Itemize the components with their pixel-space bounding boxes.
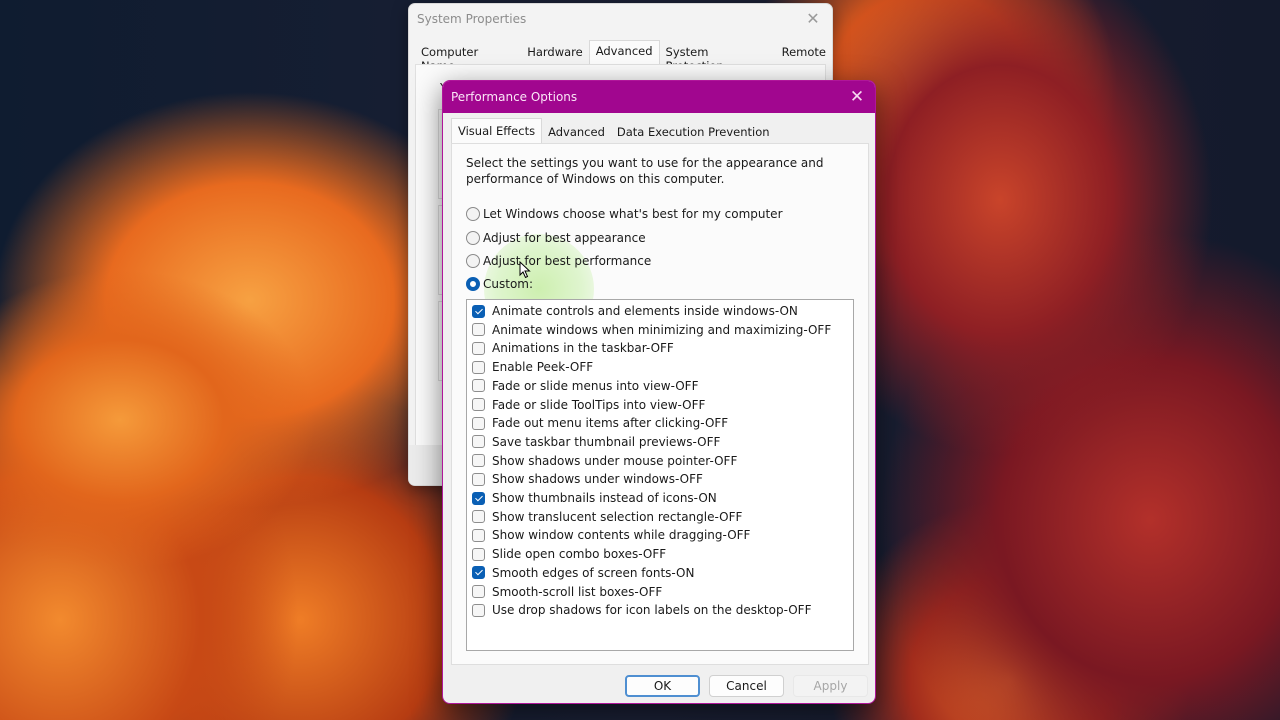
checkbox-unchecked[interactable] — [472, 341, 485, 355]
radio-best-performance[interactable]: Adjust for best performance — [466, 252, 651, 270]
effect-list-item[interactable]: Show window contents while dragging-OFF — [472, 526, 750, 544]
effect-label: Animations in the taskbar-OFF — [492, 341, 674, 356]
effect-label: Fade or slide ToolTips into view-OFF — [492, 397, 706, 412]
checkbox-unchecked[interactable] — [472, 528, 485, 542]
visual-effects-list[interactable]: Animate controls and elements inside win… — [466, 299, 854, 651]
radio-label: Custom: — [483, 277, 534, 291]
effect-list-item[interactable]: Smooth edges of screen fonts-ON — [472, 564, 694, 582]
effect-list-item[interactable]: Animate controls and elements inside win… — [472, 302, 798, 320]
checkbox-unchecked[interactable] — [472, 454, 485, 468]
effect-list-item[interactable]: Show translucent selection rectangle-OFF — [472, 508, 742, 526]
checkbox-unchecked[interactable] — [472, 435, 485, 449]
radio-custom[interactable]: Custom: — [466, 275, 533, 293]
radio-button[interactable] — [466, 231, 480, 245]
intro-text: Select the settings you want to use for … — [466, 156, 824, 186]
effect-list-item[interactable]: Show shadows under windows-OFF — [472, 470, 703, 488]
radio-button-selected[interactable] — [466, 277, 480, 291]
checkbox-unchecked[interactable] — [472, 398, 485, 411]
cancel-button[interactable]: Cancel — [709, 675, 784, 697]
dialog-titlebar[interactable]: Performance Options ✕ — [443, 81, 875, 113]
checkbox-unchecked[interactable] — [472, 603, 485, 617]
effect-label: Smooth-scroll list boxes-OFF — [492, 584, 663, 599]
effect-label: Slide open combo boxes-OFF — [492, 547, 667, 562]
checkbox-unchecked[interactable] — [472, 510, 485, 524]
effect-label: Show thumbnails instead of icons-ON — [492, 491, 717, 505]
checkbox-unchecked[interactable] — [472, 360, 485, 374]
checkbox-unchecked[interactable] — [472, 472, 485, 486]
tab-visual-effects[interactable]: Visual Effects — [451, 118, 543, 144]
effect-list-item[interactable]: Fade or slide ToolTips into view-OFF — [472, 396, 705, 414]
checkbox-unchecked[interactable] — [472, 323, 485, 337]
effect-list-item[interactable]: Fade or slide menus into view-OFF — [472, 377, 699, 395]
tab-data-execution-prevention[interactable]: Data Execution Prevention — [611, 121, 776, 144]
system-properties-title: System Properties — [417, 12, 527, 26]
effect-label: Animate windows when minimizing and maxi… — [492, 322, 832, 337]
checkbox-unchecked[interactable] — [472, 416, 485, 430]
checkbox-checked[interactable] — [472, 491, 485, 505]
effect-label: Enable Peek-OFF — [492, 360, 594, 375]
effect-label: Show window contents while dragging-OFF — [492, 528, 751, 543]
effect-list-item[interactable]: Show thumbnails instead of icons-ON — [472, 489, 717, 507]
effect-label: Save taskbar thumbnail previews-OFF — [492, 434, 721, 449]
performance-options-dialog: Performance Options ✕ Visual Effects Adv… — [442, 80, 876, 704]
effect-label: Animate controls and elements inside win… — [492, 304, 798, 318]
radio-button[interactable] — [466, 254, 480, 268]
apply-button[interactable]: Apply — [793, 675, 868, 697]
effect-list-item[interactable]: Fade out menu items after clicking-OFF — [472, 414, 728, 432]
effect-list-item[interactable]: Animate windows when minimizing and maxi… — [472, 321, 831, 339]
effect-list-item[interactable]: Show shadows under mouse pointer-OFF — [472, 452, 737, 470]
ok-button[interactable]: OK — [625, 675, 700, 697]
effect-label: Smooth edges of screen fonts-ON — [492, 565, 695, 580]
tab-advanced[interactable]: Advanced — [542, 121, 611, 144]
visual-effects-panel: Select the settings you want to use for … — [451, 143, 869, 665]
radio-button[interactable] — [466, 207, 480, 221]
effect-list-item[interactable]: Animations in the taskbar-OFF — [472, 339, 674, 357]
effect-list-item[interactable]: Slide open combo boxes-OFF — [472, 545, 666, 563]
effect-label: Fade out menu items after clicking-OFF — [492, 416, 729, 431]
checkbox-checked[interactable] — [472, 566, 485, 580]
checkbox-unchecked[interactable] — [472, 585, 485, 598]
effect-list-item[interactable]: Enable Peek-OFF — [472, 358, 593, 376]
effect-label: Show shadows under windows-OFF — [492, 472, 703, 487]
checkbox-checked[interactable] — [472, 304, 485, 318]
effect-list-item[interactable]: Use drop shadows for icon labels on the … — [472, 601, 812, 619]
dialog-title: Performance Options — [451, 90, 578, 104]
radio-label: Adjust for best appearance — [483, 231, 646, 245]
effect-label: Show translucent selection rectangle-OFF — [492, 509, 743, 524]
effect-label: Show shadows under mouse pointer-OFF — [492, 453, 738, 468]
radio-let-windows-choose[interactable]: Let Windows choose what's best for my co… — [466, 205, 783, 223]
checkbox-unchecked[interactable] — [472, 379, 485, 393]
effect-label: Use drop shadows for icon labels on the … — [492, 603, 812, 618]
performance-tabs: Visual Effects Advanced Data Execution P… — [451, 118, 776, 144]
radio-label: Let Windows choose what's best for my co… — [483, 207, 783, 221]
radio-best-appearance[interactable]: Adjust for best appearance — [466, 229, 646, 247]
effect-list-item[interactable]: Smooth-scroll list boxes-OFF — [472, 583, 662, 601]
radio-label: Adjust for best performance — [483, 254, 652, 268]
checkbox-unchecked[interactable] — [472, 547, 485, 561]
close-icon[interactable]: ✕ — [802, 8, 824, 30]
close-icon[interactable]: ✕ — [845, 85, 869, 109]
effect-label: Fade or slide menus into view-OFF — [492, 378, 699, 393]
effect-list-item[interactable]: Save taskbar thumbnail previews-OFF — [472, 433, 720, 451]
